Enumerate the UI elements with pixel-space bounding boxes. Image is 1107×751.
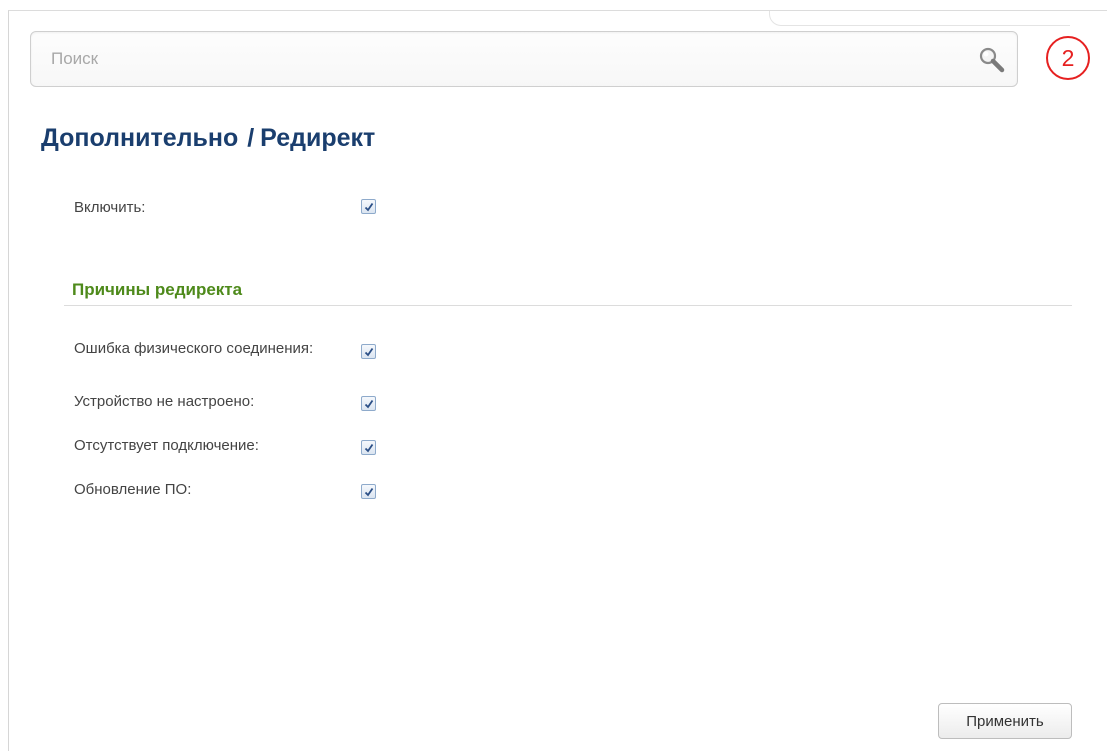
section-title-redirect-reasons: Причины редиректа <box>72 280 243 299</box>
reason-label-no-connection: Отсутствует подключение: <box>74 437 259 454</box>
content-frame <box>8 10 1107 751</box>
checkmark-icon <box>364 443 374 453</box>
reason-label-not-configured: Устройство не настроено: <box>74 393 255 410</box>
checkmark-icon <box>364 487 374 497</box>
reason-checkbox-firmware-update[interactable] <box>361 484 376 499</box>
step-badge-number: 2 <box>1061 44 1075 71</box>
reason-checkbox-not-configured[interactable] <box>361 396 376 411</box>
search-input[interactable] <box>45 40 957 78</box>
reason-label-firmware-update: Обновление ПО: <box>74 481 192 498</box>
breadcrumb-parent: Дополнительно <box>41 124 239 152</box>
page-title: Дополнительно / Редирект <box>41 124 375 153</box>
tab-notch <box>769 11 1070 26</box>
breadcrumb-separator: / <box>247 124 255 152</box>
checkmark-icon <box>364 399 374 409</box>
breadcrumb-current: Редирект <box>260 124 376 152</box>
step-badge: 2 <box>1046 36 1090 80</box>
enable-label: Включить: <box>74 199 146 216</box>
apply-button[interactable]: Применить <box>938 703 1072 739</box>
search-icon[interactable] <box>977 45 1007 75</box>
reason-checkbox-physical-link[interactable] <box>361 344 376 359</box>
checkmark-icon <box>364 202 374 212</box>
section-divider <box>64 305 1072 306</box>
search-box <box>30 31 1018 87</box>
enable-checkbox[interactable] <box>361 199 376 214</box>
reason-label-physical-link: Ошибка физического соединения: <box>74 340 314 357</box>
checkmark-icon <box>364 347 374 357</box>
reason-checkbox-no-connection[interactable] <box>361 440 376 455</box>
